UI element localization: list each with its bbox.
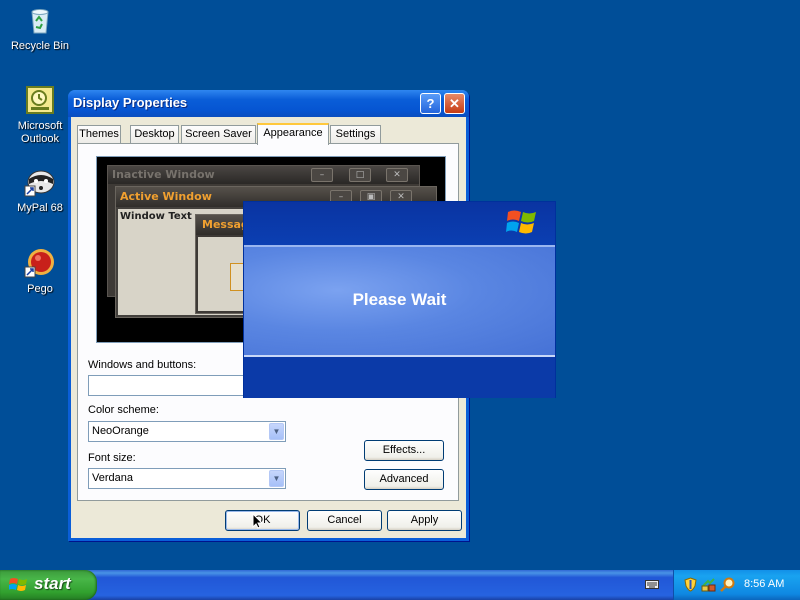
start-button[interactable]: start [0,570,97,600]
advanced-button[interactable]: Advanced [364,469,444,490]
tab-label: Settings [335,128,376,140]
start-label: start [34,574,71,593]
color-scheme-value: NeoOrange [92,425,149,437]
system-tray: 8:56 AM [673,570,800,600]
cancel-button[interactable]: Cancel [307,510,382,531]
please-wait-text: Please Wait [352,290,447,309]
chevron-down-icon[interactable]: ▼ [269,423,284,440]
color-scheme-select[interactable]: NeoOrange ▼ [88,421,286,442]
splash-header [244,202,555,245]
tab-label: Screen Saver [185,128,252,140]
tab-themes[interactable]: Themes [77,125,121,144]
network-icon[interactable] [701,577,716,592]
title-bar[interactable]: Display Properties ? ✕ [68,90,469,117]
windows-logo-icon [506,210,536,234]
mouse-cursor-icon [252,513,264,529]
effects-button[interactable]: Effects... [364,440,444,461]
advanced-button-label: Advanced [379,473,429,485]
desktop-icon-label: Recycle Bin [10,40,70,52]
preview-inactive-title: Inactive Window [108,166,419,184]
taskbar: start 8:56 AM [0,570,800,600]
apply-button[interactable]: Apply [387,510,462,531]
windows-and-buttons-label: Windows and buttons: [88,359,197,371]
color-scheme-label: Color scheme: [88,404,159,416]
help-button[interactable]: ? [420,93,441,114]
mypal-icon [24,166,56,198]
font-size-select[interactable]: Verdana ▼ [88,468,286,489]
tab-settings[interactable]: Settings [330,125,381,144]
desktop-icon-label: Microsoft Outlook [17,120,63,145]
splash-footer [244,357,555,398]
desktop-icon-label: MyPal 68 [17,202,63,214]
tab-label: Desktop [134,128,175,140]
pego-icon [24,247,56,279]
close-icon: ✕ [449,96,460,111]
security-shield-icon[interactable] [683,577,698,592]
windows-flag-icon [9,578,27,591]
clock[interactable]: 8:56 AM [744,578,784,590]
effects-button-label: Effects... [382,444,426,456]
tab-label: Appearance [263,127,323,139]
search-icon[interactable] [720,577,735,592]
preview-close-icon: ✕ [386,168,408,182]
please-wait-dialog: Please Wait [243,201,556,398]
help-icon: ? [426,96,435,111]
preview-minimize-icon: – [311,168,333,182]
font-size-value: Verdana [92,472,133,484]
font-size-label: Font size: [88,452,136,464]
close-button[interactable]: ✕ [444,93,465,114]
apply-button-label: Apply [410,514,439,526]
preview-maximize-icon: □ [349,168,371,182]
tab-appearance[interactable]: Appearance [257,123,329,145]
tab-screen-saver[interactable]: Screen Saver [181,125,256,144]
recycle-bin-icon [24,4,56,36]
window-title: Display Properties [73,95,188,110]
outlook-icon [24,84,56,116]
chevron-down-icon[interactable]: ▼ [269,470,284,487]
desktop-icon-recycle-bin[interactable]: Recycle Bin [0,4,80,53]
desktop-icon-label: Pego [27,283,53,295]
tab-label: Themes [79,128,119,140]
tab-desktop[interactable]: Desktop [130,125,179,144]
cancel-button-label: Cancel [327,514,362,526]
keyboard-icon[interactable] [645,578,659,590]
